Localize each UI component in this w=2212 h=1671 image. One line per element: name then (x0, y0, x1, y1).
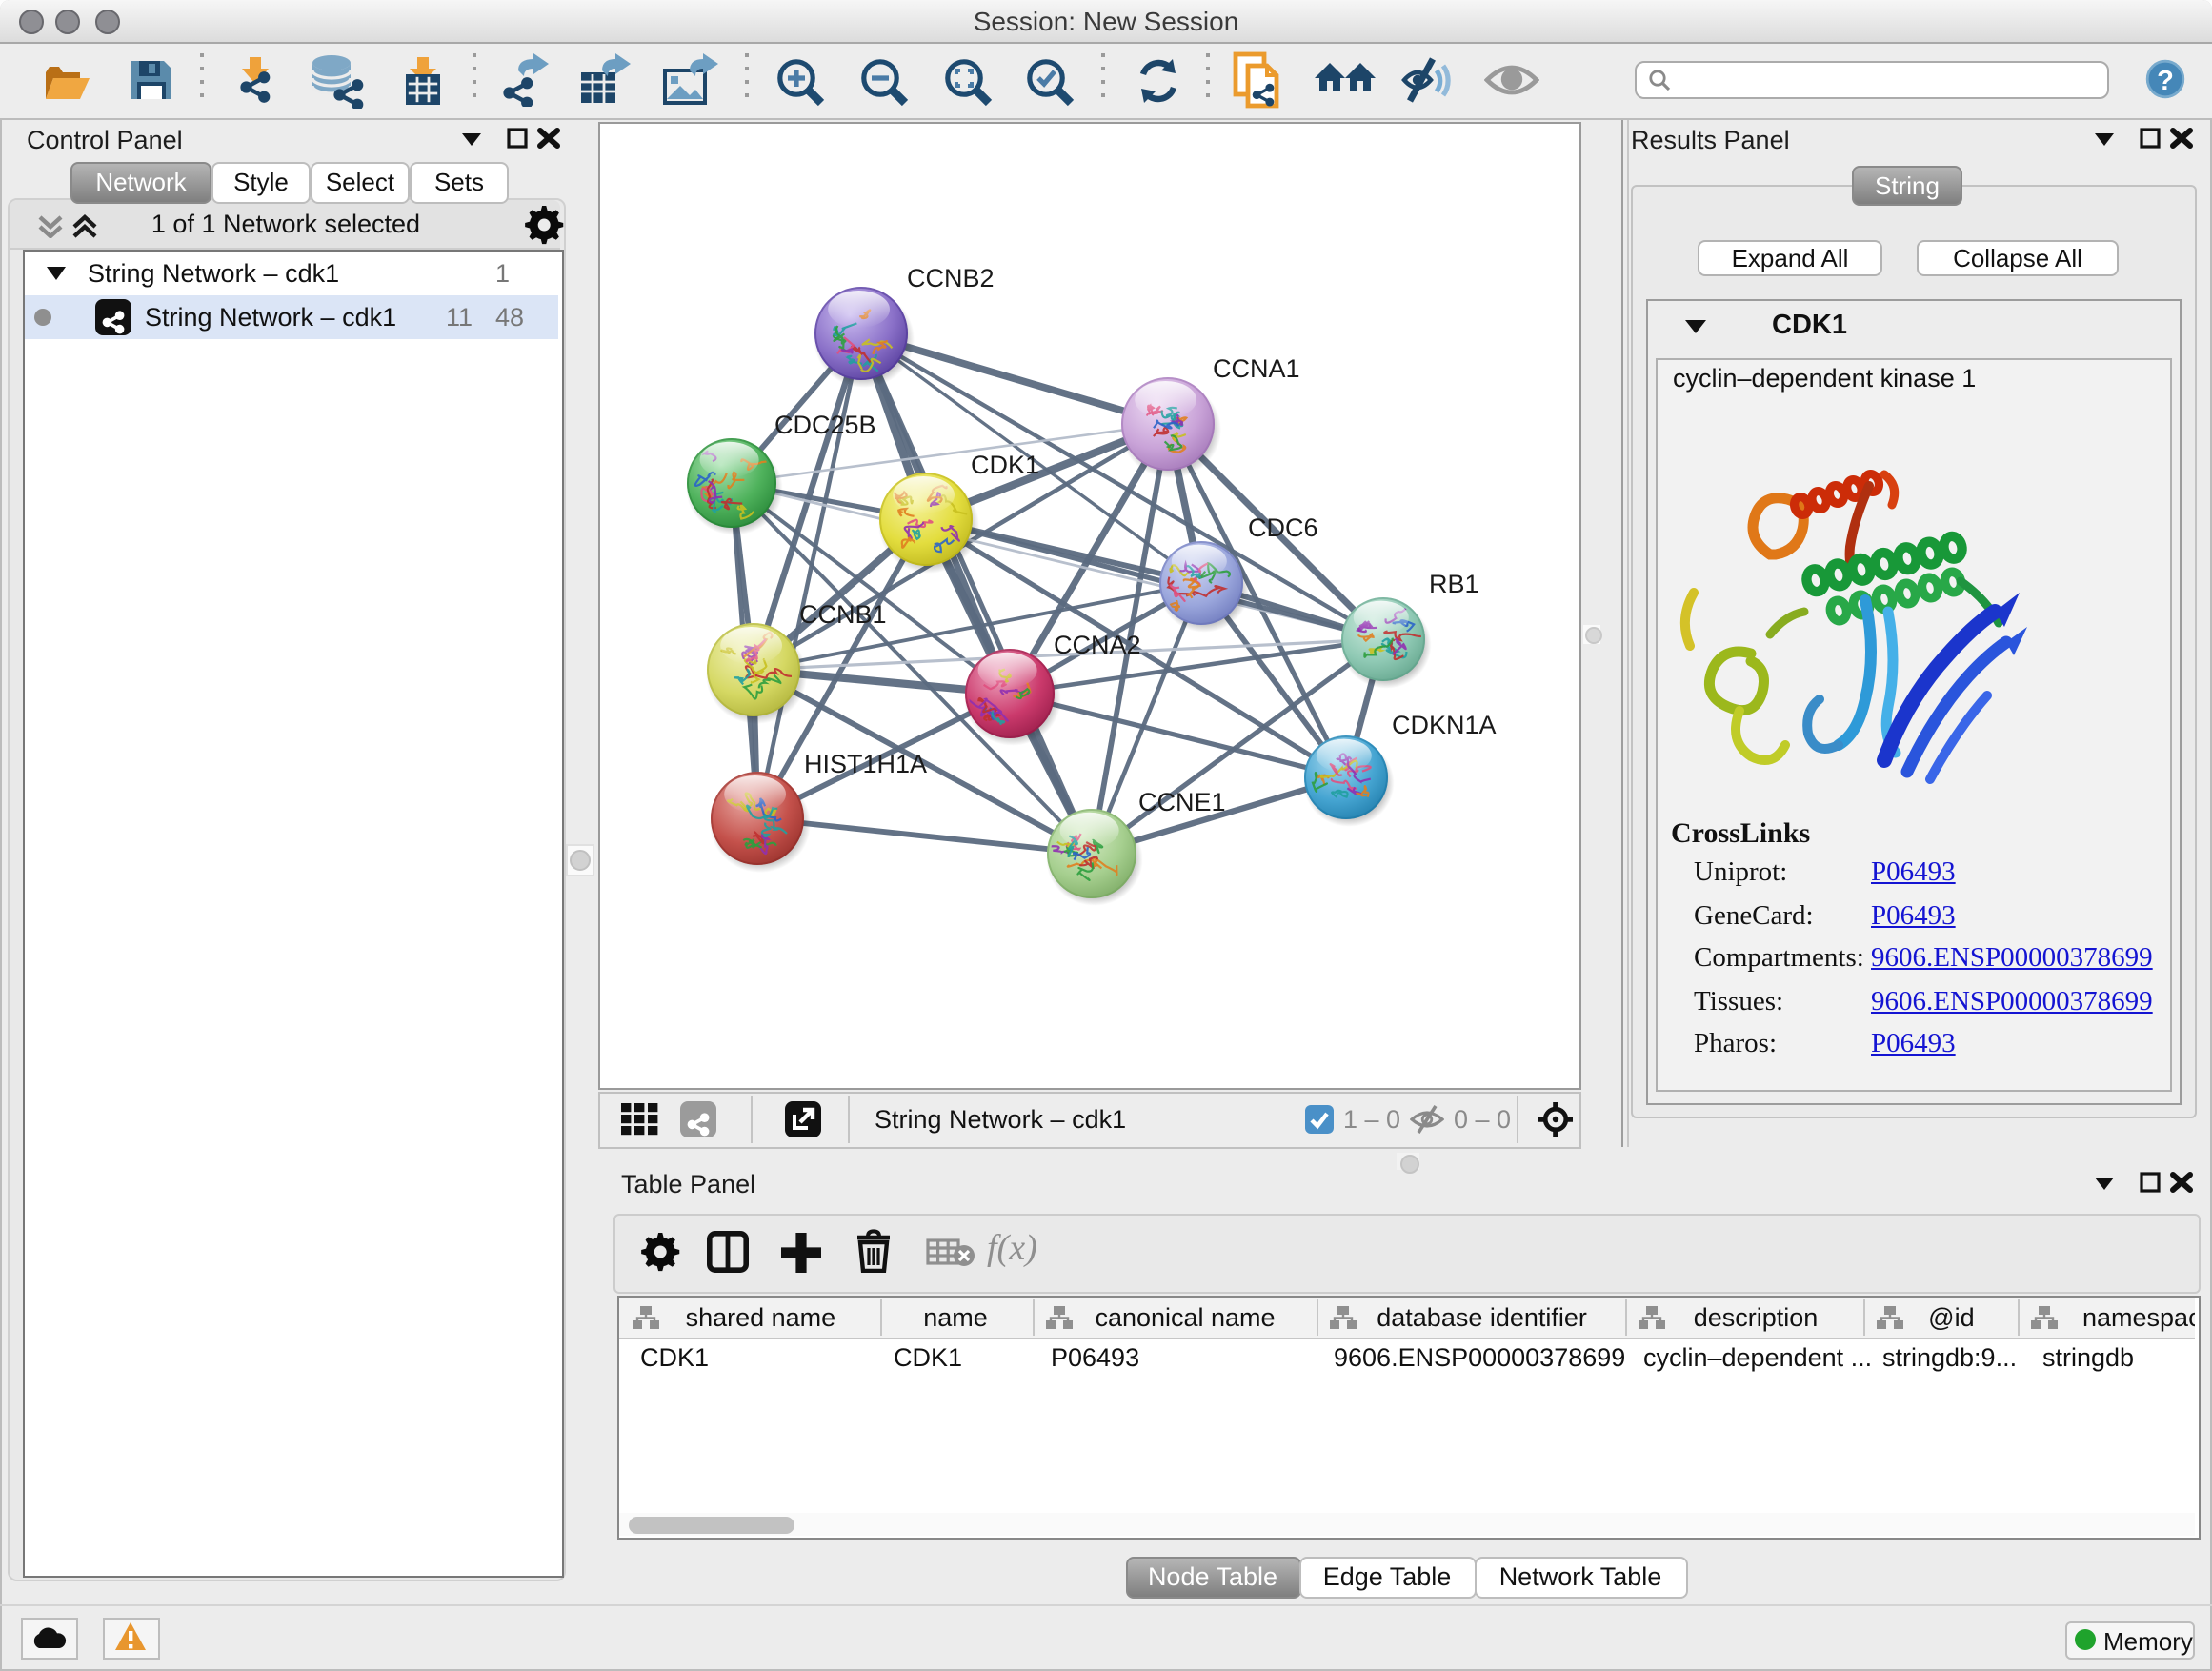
svg-text:CCNA2: CCNA2 (1054, 630, 1141, 658)
svg-text:CDC6: CDC6 (1248, 513, 1318, 541)
svg-text:HIST1H1A: HIST1H1A (804, 749, 927, 777)
svg-text:CCNB2: CCNB2 (907, 263, 995, 292)
svg-text:CDC25B: CDC25B (774, 410, 876, 438)
svg-text:CDKN1A: CDKN1A (1392, 710, 1497, 738)
svg-text:CCNE1: CCNE1 (1138, 787, 1226, 815)
svg-text:RB1: RB1 (1429, 569, 1479, 597)
svg-text:CCNB1: CCNB1 (799, 599, 887, 628)
svg-text:CCNA1: CCNA1 (1213, 353, 1300, 382)
svg-text:?: ? (2157, 66, 2174, 96)
svg-text:CDK1: CDK1 (971, 450, 1039, 478)
